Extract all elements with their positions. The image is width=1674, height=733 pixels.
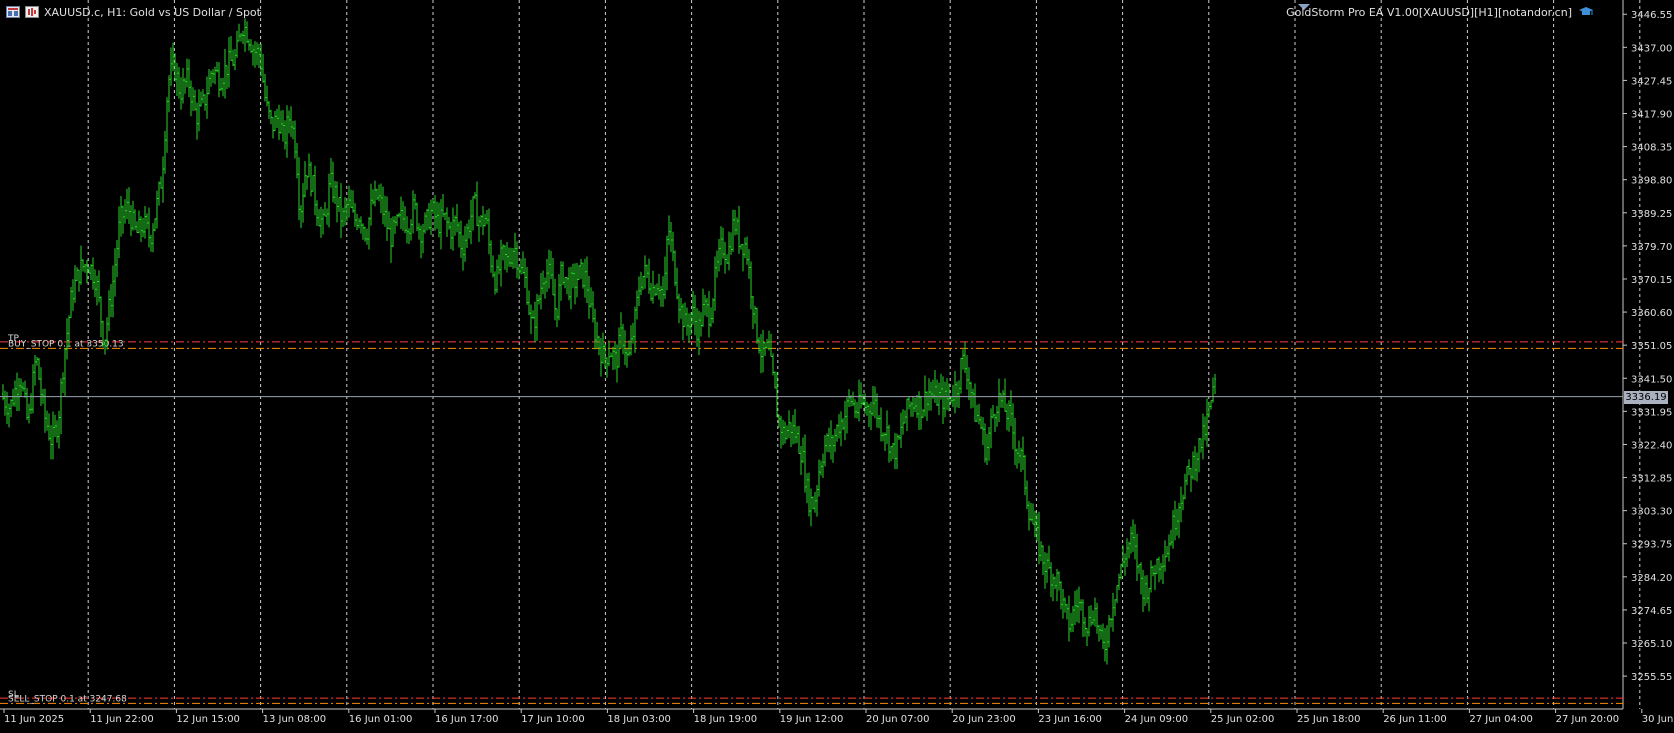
x-tick-label: 18 Jun 19:00 [694,714,758,725]
x-tick-label: 16 Jun 17:00 [435,714,499,725]
x-tick-label: 27 Jun 20:00 [1556,714,1620,725]
y-tick-label: 3265.10 [1631,639,1672,650]
chart-window-icon[interactable] [6,6,20,18]
x-tick-label: 11 Jun 22:00 [90,714,154,725]
x-tick-label: 23 Jun 16:00 [1038,714,1102,725]
y-tick-label: 3351.05 [1631,341,1672,352]
x-tick-label: 18 Jun 03:00 [607,714,671,725]
price-chart[interactable]: TPBUY_STOP 0.1 at 3350.13SLSELL_STOP 0.1… [0,0,1674,729]
chart-header-right: GoldStorm Pro EA V1.00[XAUUSD][H1][notan… [1286,3,1593,21]
y-tick-label: 3427.45 [1631,76,1672,87]
y-tick-label: 3331.95 [1631,407,1672,418]
y-tick-label: 3255.55 [1631,672,1672,683]
y-tick-label: 3312.85 [1631,474,1672,485]
y-tick-label: 3360.60 [1631,308,1672,319]
x-tick-label: 20 Jun 07:00 [866,714,930,725]
symbol-title: XAUUSD.c, H1: Gold vs US Dollar / Spot [44,5,261,19]
y-tick-label: 3293.75 [1631,540,1672,551]
order-line-label: SELL_STOP 0.1 at 3247.68 [8,694,127,704]
x-tick-label: 16 Jun 01:00 [349,714,413,725]
chart-area[interactable]: TP BUY_STOP 0.1 at 3350.13 SL SELL_STOP 0.1… [0,0,1674,729]
y-tick-label: 3398.80 [1631,176,1672,187]
y-tick-label: 3408.35 [1631,143,1672,154]
y-tick-label: 3284.20 [1631,573,1672,584]
x-tick-label: 25 Jun 02:00 [1211,714,1275,725]
y-tick-label: 3437.00 [1631,43,1672,54]
chart-type-icon[interactable] [25,6,39,18]
order-line-label: BUY_STOP 0.1 at 3350.13 [8,339,124,349]
y-tick-label: 3417.90 [1631,110,1672,121]
x-tick-label: 24 Jun 09:00 [1125,714,1189,725]
y-tick-label: 3322.40 [1631,440,1672,451]
y-tick-label: 3389.25 [1631,209,1672,220]
chart-header-left: XAUUSD.c, H1: Gold vs US Dollar / Spot [6,3,261,21]
x-tick-label: 26 Jun 11:00 [1383,714,1447,725]
y-tick-label: 3341.50 [1631,374,1672,385]
x-tick-label: 17 Jun 10:00 [521,714,585,725]
x-tick-label: 11 Jun 2025 [4,714,64,725]
x-tick-label: 25 Jun 18:00 [1297,714,1361,725]
x-tick-label: 19 Jun 12:00 [780,714,844,725]
y-tick-label: 3274.65 [1631,606,1672,617]
expert-cap-icon[interactable] [1578,6,1593,18]
y-tick-label: 3446.55 [1631,10,1672,21]
current-price-label: 3336.19 [1624,390,1668,404]
x-tick-label: 30 Jun 13:00 [1642,714,1674,725]
y-tick-label: 3379.70 [1631,242,1672,253]
x-tick-label: 27 Jun 04:00 [1469,714,1533,725]
x-tick-label: 13 Jun 08:00 [263,714,327,725]
x-tick-label: 12 Jun 15:00 [176,714,240,725]
y-tick-label: 3370.15 [1631,275,1672,286]
y-tick-label: 3303.30 [1631,507,1672,518]
x-tick-label: 20 Jun 23:00 [952,714,1016,725]
expert-advisor-label[interactable]: GoldStorm Pro EA V1.00[XAUUSD][H1][notan… [1286,6,1572,19]
